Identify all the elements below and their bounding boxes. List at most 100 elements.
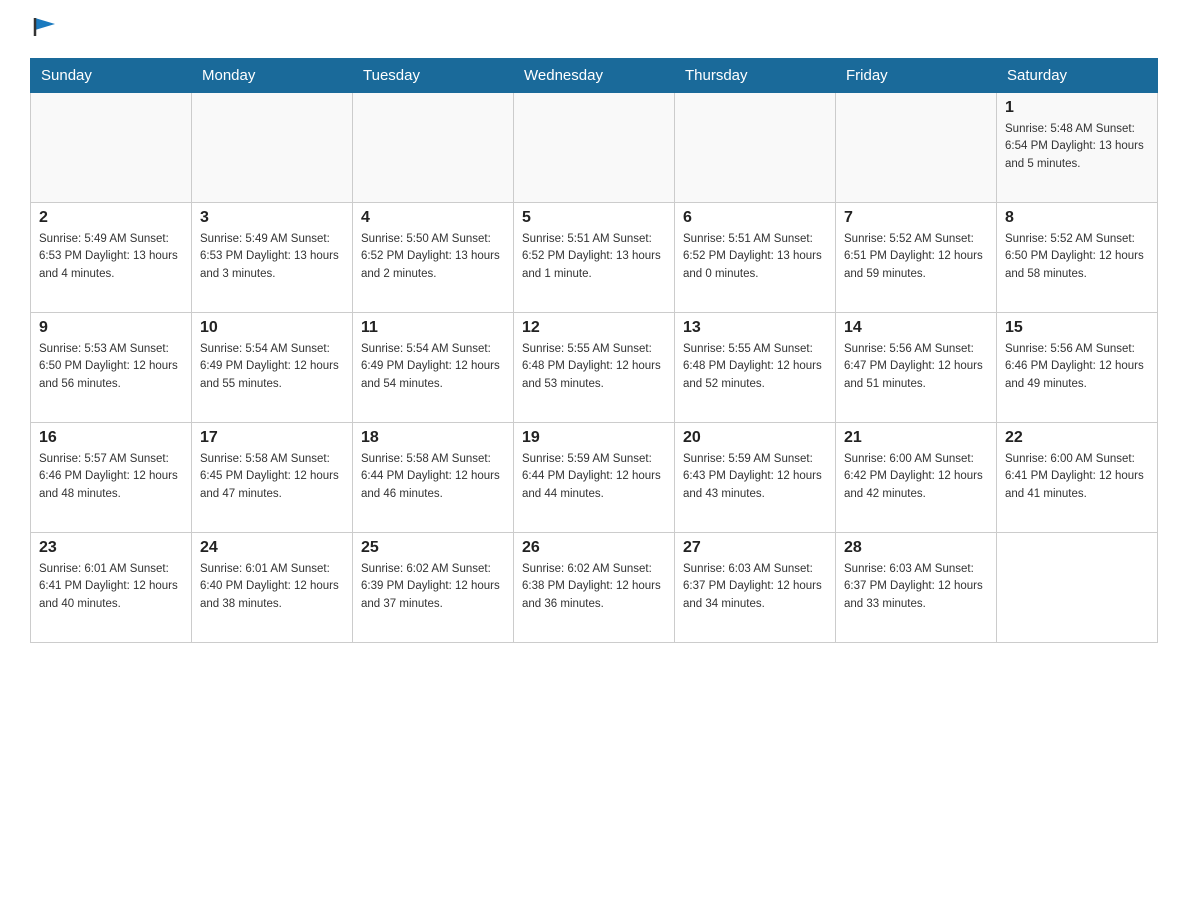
calendar-cell: 11 Sunrise: 5:54 AM Sunset: 6:49 PM Dayli… (353, 313, 514, 423)
day-info: Sunrise: 6:00 AM Sunset: 6:42 PM Dayligh… (844, 451, 988, 503)
day-info: Sunrise: 5:54 AM Sunset: 6:49 PM Dayligh… (361, 341, 505, 393)
day-number: 4 (361, 209, 505, 227)
day-number: 14 (844, 319, 988, 337)
day-number: 6 (683, 209, 827, 227)
day-number: 15 (1005, 319, 1149, 337)
calendar-cell: 24 Sunrise: 6:01 AM Sunset: 6:40 PM Dayli… (192, 533, 353, 643)
day-info: Sunrise: 5:55 AM Sunset: 6:48 PM Dayligh… (522, 341, 666, 393)
calendar-cell: 21 Sunrise: 6:00 AM Sunset: 6:42 PM Dayli… (836, 423, 997, 533)
calendar-header: SundayMondayTuesdayWednesdayThursdayFrid… (31, 59, 1158, 93)
day-info: Sunrise: 6:01 AM Sunset: 6:41 PM Dayligh… (39, 561, 183, 613)
day-number: 7 (844, 209, 988, 227)
day-info: Sunrise: 6:00 AM Sunset: 6:41 PM Dayligh… (1005, 451, 1149, 503)
day-number: 9 (39, 319, 183, 337)
day-info: Sunrise: 5:49 AM Sunset: 6:53 PM Dayligh… (39, 231, 183, 283)
day-number: 13 (683, 319, 827, 337)
weekday-header-tuesday: Tuesday (353, 59, 514, 93)
calendar-cell: 13Sunrise: 5:55 AM Sunset: 6:48 PM Dayli… (675, 313, 836, 423)
calendar-cell: 8 Sunrise: 5:52 AM Sunset: 6:50 PM Daylig… (997, 203, 1158, 313)
day-number: 3 (200, 209, 344, 227)
day-info: Sunrise: 5:59 AM Sunset: 6:43 PM Dayligh… (683, 451, 827, 503)
calendar-cell: 2 Sunrise: 5:49 AM Sunset: 6:53 PM Daylig… (31, 203, 192, 313)
day-info: Sunrise: 5:52 AM Sunset: 6:51 PM Dayligh… (844, 231, 988, 283)
calendar-cell: 16 Sunrise: 5:57 AM Sunset: 6:46 PM Dayli… (31, 423, 192, 533)
page-header (30, 20, 1158, 38)
day-number: 10 (200, 319, 344, 337)
calendar-cell: 27 Sunrise: 6:03 AM Sunset: 6:37 PM Dayli… (675, 533, 836, 643)
day-info: Sunrise: 5:56 AM Sunset: 6:47 PM Dayligh… (844, 341, 988, 393)
weekday-header-monday: Monday (192, 59, 353, 93)
day-number: 1 (1005, 99, 1149, 117)
day-info: Sunrise: 6:03 AM Sunset: 6:37 PM Dayligh… (844, 561, 988, 613)
calendar-cell: 25 Sunrise: 6:02 AM Sunset: 6:39 PM Dayli… (353, 533, 514, 643)
day-number: 16 (39, 429, 183, 447)
day-info: Sunrise: 5:58 AM Sunset: 6:45 PM Dayligh… (200, 451, 344, 503)
day-number: 28 (844, 539, 988, 557)
day-info: Sunrise: 6:02 AM Sunset: 6:38 PM Dayligh… (522, 561, 666, 613)
day-info: Sunrise: 5:50 AM Sunset: 6:52 PM Dayligh… (361, 231, 505, 283)
weekday-header-saturday: Saturday (997, 59, 1158, 93)
calendar-cell (192, 93, 353, 203)
day-info: Sunrise: 6:01 AM Sunset: 6:40 PM Dayligh… (200, 561, 344, 613)
day-number: 12 (522, 319, 666, 337)
day-number: 23 (39, 539, 183, 557)
weekday-row: SundayMondayTuesdayWednesdayThursdayFrid… (31, 59, 1158, 93)
day-number: 25 (361, 539, 505, 557)
day-number: 19 (522, 429, 666, 447)
day-info: Sunrise: 6:02 AM Sunset: 6:39 PM Dayligh… (361, 561, 505, 613)
calendar-week-3: 9Sunrise: 5:53 AM Sunset: 6:50 PM Daylig… (31, 313, 1158, 423)
calendar-cell: 28 Sunrise: 6:03 AM Sunset: 6:37 PM Dayli… (836, 533, 997, 643)
weekday-header-thursday: Thursday (675, 59, 836, 93)
calendar-week-5: 23 Sunrise: 6:01 AM Sunset: 6:41 PM Dayli… (31, 533, 1158, 643)
calendar-cell: 12 Sunrise: 5:55 AM Sunset: 6:48 PM Dayli… (514, 313, 675, 423)
day-number: 18 (361, 429, 505, 447)
calendar-table: SundayMondayTuesdayWednesdayThursdayFrid… (30, 58, 1158, 643)
day-info: Sunrise: 5:56 AM Sunset: 6:46 PM Dayligh… (1005, 341, 1149, 393)
weekday-header-friday: Friday (836, 59, 997, 93)
calendar-week-2: 2 Sunrise: 5:49 AM Sunset: 6:53 PM Daylig… (31, 203, 1158, 313)
day-number: 2 (39, 209, 183, 227)
calendar-cell: 19 Sunrise: 5:59 AM Sunset: 6:44 PM Dayli… (514, 423, 675, 533)
day-info: Sunrise: 6:03 AM Sunset: 6:37 PM Dayligh… (683, 561, 827, 613)
day-info: Sunrise: 5:52 AM Sunset: 6:50 PM Dayligh… (1005, 231, 1149, 283)
logo-flag-icon (33, 16, 59, 38)
day-info: Sunrise: 5:59 AM Sunset: 6:44 PM Dayligh… (522, 451, 666, 503)
day-number: 11 (361, 319, 505, 337)
day-number: 27 (683, 539, 827, 557)
day-number: 21 (844, 429, 988, 447)
day-info: Sunrise: 5:48 AM Sunset: 6:54 PM Dayligh… (1005, 121, 1149, 173)
calendar-cell: 9Sunrise: 5:53 AM Sunset: 6:50 PM Daylig… (31, 313, 192, 423)
day-info: Sunrise: 5:51 AM Sunset: 6:52 PM Dayligh… (683, 231, 827, 283)
logo (30, 20, 59, 38)
calendar-cell: 14 Sunrise: 5:56 AM Sunset: 6:47 PM Dayli… (836, 313, 997, 423)
day-info: Sunrise: 5:57 AM Sunset: 6:46 PM Dayligh… (39, 451, 183, 503)
calendar-cell (836, 93, 997, 203)
day-number: 5 (522, 209, 666, 227)
calendar-cell (353, 93, 514, 203)
day-info: Sunrise: 5:49 AM Sunset: 6:53 PM Dayligh… (200, 231, 344, 283)
weekday-header-sunday: Sunday (31, 59, 192, 93)
day-number: 8 (1005, 209, 1149, 227)
calendar-cell (997, 533, 1158, 643)
calendar-cell: 26Sunrise: 6:02 AM Sunset: 6:38 PM Dayli… (514, 533, 675, 643)
calendar-week-1: 1 Sunrise: 5:48 AM Sunset: 6:54 PM Daylig… (31, 93, 1158, 203)
day-number: 22 (1005, 429, 1149, 447)
calendar-cell: 23 Sunrise: 6:01 AM Sunset: 6:41 PM Dayli… (31, 533, 192, 643)
day-number: 17 (200, 429, 344, 447)
day-info: Sunrise: 5:51 AM Sunset: 6:52 PM Dayligh… (522, 231, 666, 283)
calendar-cell: 15 Sunrise: 5:56 AM Sunset: 6:46 PM Dayli… (997, 313, 1158, 423)
day-number: 20 (683, 429, 827, 447)
calendar-week-4: 16 Sunrise: 5:57 AM Sunset: 6:46 PM Dayli… (31, 423, 1158, 533)
calendar-cell (514, 93, 675, 203)
calendar-cell: 5 Sunrise: 5:51 AM Sunset: 6:52 PM Daylig… (514, 203, 675, 313)
calendar-cell: 10 Sunrise: 5:54 AM Sunset: 6:49 PM Dayli… (192, 313, 353, 423)
calendar-body: 1 Sunrise: 5:48 AM Sunset: 6:54 PM Daylig… (31, 93, 1158, 643)
calendar-cell: 4 Sunrise: 5:50 AM Sunset: 6:52 PM Daylig… (353, 203, 514, 313)
day-info: Sunrise: 5:58 AM Sunset: 6:44 PM Dayligh… (361, 451, 505, 503)
calendar-cell: 20 Sunrise: 5:59 AM Sunset: 6:43 PM Dayli… (675, 423, 836, 533)
day-number: 24 (200, 539, 344, 557)
day-info: Sunrise: 5:54 AM Sunset: 6:49 PM Dayligh… (200, 341, 344, 393)
calendar-cell (675, 93, 836, 203)
calendar-cell: 18 Sunrise: 5:58 AM Sunset: 6:44 PM Dayli… (353, 423, 514, 533)
calendar-cell: 7 Sunrise: 5:52 AM Sunset: 6:51 PM Daylig… (836, 203, 997, 313)
